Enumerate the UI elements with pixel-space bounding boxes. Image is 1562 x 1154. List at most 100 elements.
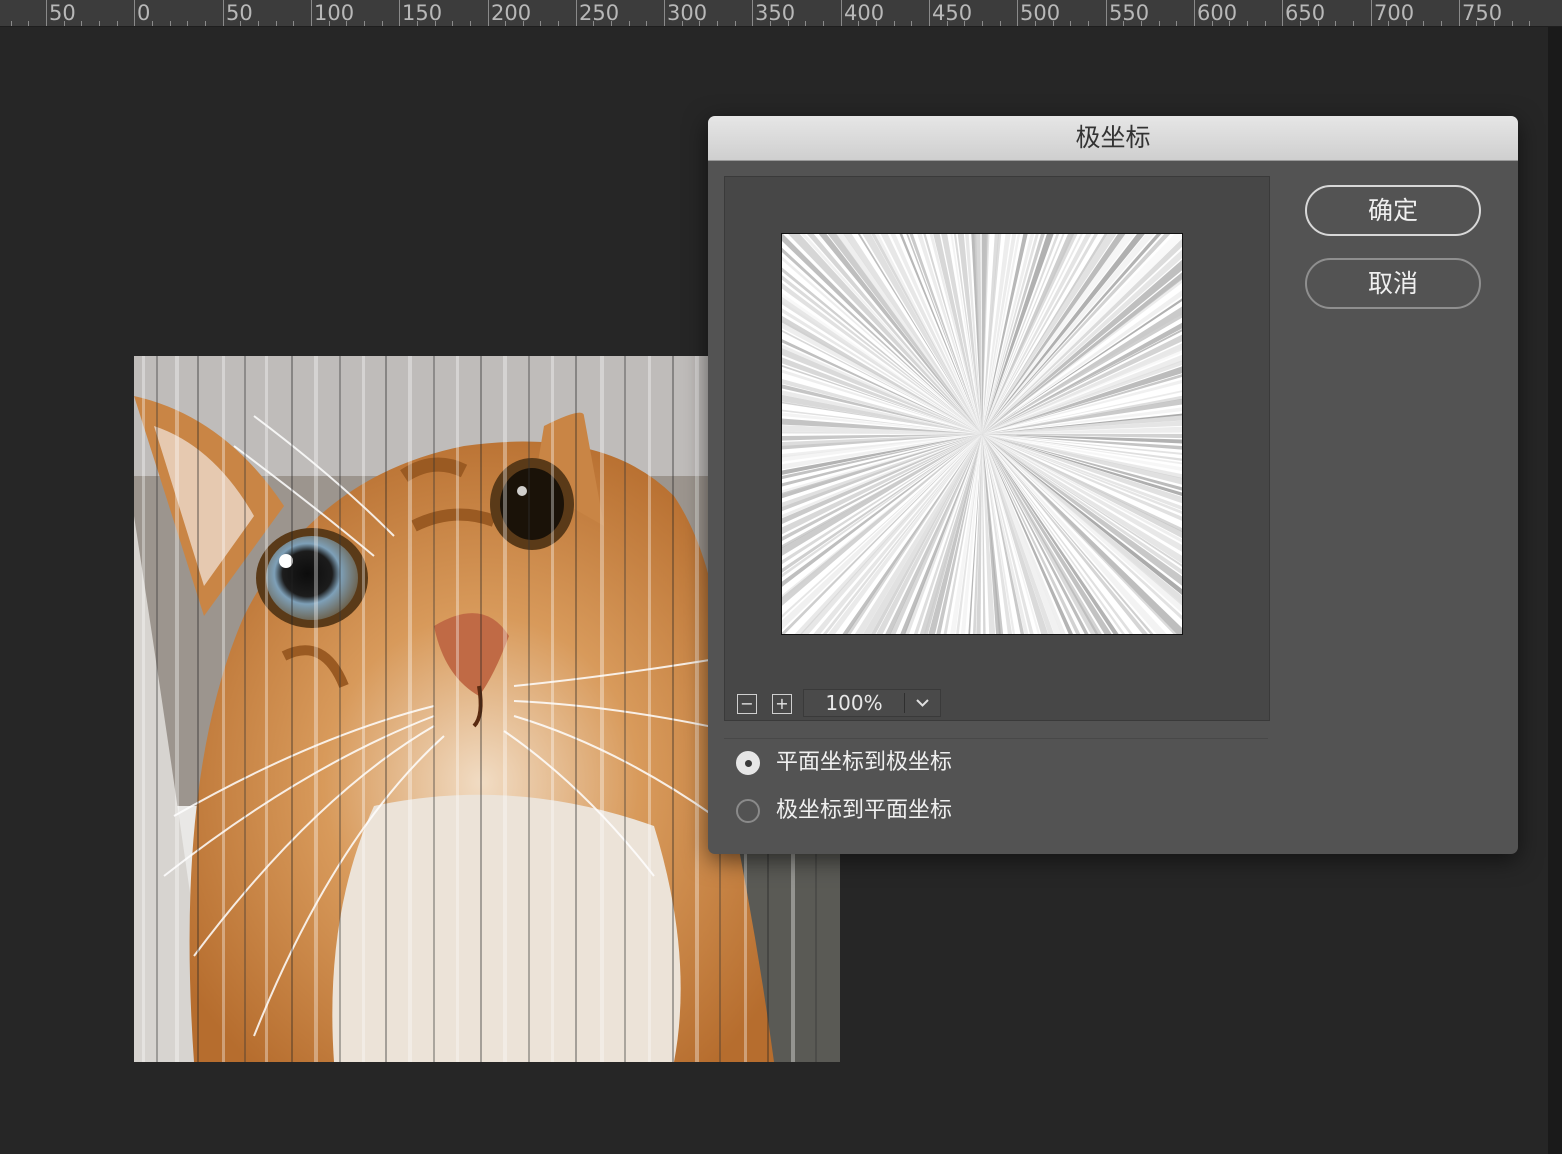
polar-coordinates-dialog: 极坐标 − + 100% 确定 取消 平面坐标到极坐标 极坐标到平面坐标 [708,116,1518,854]
ok-button[interactable]: 确定 [1305,185,1481,236]
ruler-minor-tick [1476,21,1477,26]
ruler-minor-tick [540,21,541,26]
preview-viewport[interactable] [725,177,1237,689]
zoom-level-value: 100% [825,691,883,715]
ruler-minor-tick [1070,21,1071,26]
ruler-minor-tick [435,21,436,26]
ruler-major-tick [46,0,47,26]
ruler-minor-tick [682,21,683,26]
ruler-minor-tick [1000,21,1001,26]
ruler-minor-tick [293,21,294,26]
ruler-major-tick [1371,0,1372,26]
ruler-minor-tick [894,21,895,26]
ruler-minor-tick [470,21,471,26]
ruler-minor-tick [1229,21,1230,26]
ruler-major-tick [134,0,135,26]
ruler-major-tick [1459,0,1460,26]
ruler-minor-tick [982,21,983,26]
radial-burst-preview [782,234,1182,634]
ruler-minor-tick [646,21,647,26]
preview-panel: − + 100% [724,176,1270,721]
preview-image[interactable] [781,233,1183,635]
ruler-minor-tick [417,21,418,26]
ruler-minor-tick [735,21,736,26]
ruler-minor-tick [1123,21,1124,26]
ruler-major-tick [1106,0,1107,26]
ruler-minor-tick [823,21,824,26]
ruler-minor-tick [1035,21,1036,26]
dialog-titlebar[interactable]: 极坐标 [708,116,1518,161]
ruler-major-tick [399,0,400,26]
ruler-minor-tick [1212,21,1213,26]
ruler-label: 450 [932,1,973,25]
ruler-minor-tick [205,21,206,26]
ruler-major-tick [223,0,224,26]
ruler-minor-tick [187,21,188,26]
ruler-minor-tick [1265,21,1266,26]
radio-rect-to-polar[interactable] [736,751,760,775]
ruler-minor-tick [152,21,153,26]
horizontal-ruler: 50 0 50 100 150 200 250 300 350 400 450 500 550 600 65… [0,0,1562,27]
ruler-minor-tick [558,21,559,26]
option-rect-to-polar-label[interactable]: 平面坐标到极坐标 [776,748,952,778]
ruler-minor-tick [1053,21,1054,26]
zoom-dropdown-button[interactable] [905,690,940,716]
ruler-minor-tick [911,21,912,26]
ruler-major-tick [664,0,665,26]
ruler-minor-tick [329,21,330,26]
canvas-scrollbar-track[interactable] [1548,27,1562,1154]
ruler-minor-tick [1141,21,1142,26]
ruler-label: 300 [667,1,708,25]
ruler-label: 350 [755,1,796,25]
zoom-level-field[interactable]: 100% [803,689,941,717]
ruler-minor-tick [1423,21,1424,26]
ruler-major-tick [1194,0,1195,26]
ruler-label: 550 [1109,1,1150,25]
ruler-minor-tick [1088,21,1089,26]
ruler-minor-tick [805,21,806,26]
ruler-major-tick [841,0,842,26]
ruler-minor-tick [1335,21,1336,26]
ruler-label: 150 [402,1,443,25]
ruler-minor-tick [1494,21,1495,26]
options-separator [724,738,1268,739]
ruler-label: 600 [1197,1,1238,25]
ruler-major-tick [488,0,489,26]
zoom-out-button[interactable]: − [737,694,757,714]
dialog-title: 极坐标 [1075,123,1151,152]
ruler-minor-tick [117,21,118,26]
ruler-minor-tick [258,21,259,26]
ruler-minor-tick [788,21,789,26]
option-polar-to-rect-label[interactable]: 极坐标到平面坐标 [776,796,952,826]
ruler-minor-tick [1159,21,1160,26]
ruler-label: 100 [314,1,355,25]
ruler-major-tick [929,0,930,26]
ruler-minor-tick [611,21,612,26]
ruler-minor-tick [1388,21,1389,26]
ruler-label: 250 [579,1,620,25]
ruler-minor-tick [1512,21,1513,26]
ruler-minor-tick [382,21,383,26]
ruler-minor-tick [947,21,948,26]
ruler-label: 400 [844,1,885,25]
ruler-label: 0 [137,1,151,25]
ruler-label: 650 [1285,1,1326,25]
ruler-minor-tick [28,21,29,26]
radio-polar-to-rect[interactable] [736,799,760,823]
ruler-major-tick [311,0,312,26]
ruler-minor-tick [1318,21,1319,26]
ruler-major-tick [1017,0,1018,26]
ruler-minor-tick [99,21,100,26]
ruler-minor-tick [81,21,82,26]
ruler-minor-tick [858,21,859,26]
zoom-in-button[interactable]: + [772,694,792,714]
ruler-minor-tick [452,21,453,26]
ruler-minor-tick [505,21,506,26]
ruler-minor-tick [346,21,347,26]
ruler-label: 750 [1462,1,1503,25]
ruler-label: 200 [491,1,532,25]
ruler-minor-tick [1300,21,1301,26]
ruler-minor-tick [629,21,630,26]
cancel-button[interactable]: 取消 [1305,258,1481,309]
ruler-label: 50 [49,1,76,25]
